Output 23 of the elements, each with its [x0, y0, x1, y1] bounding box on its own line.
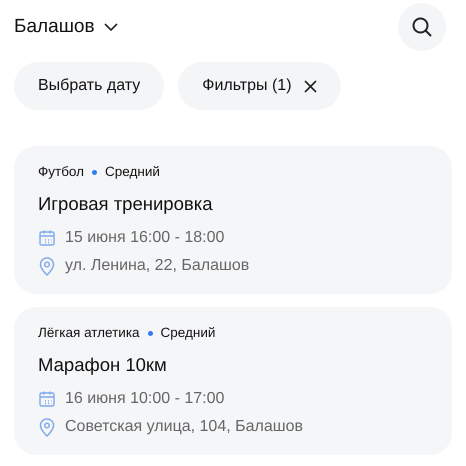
- event-address: Советская улица, 104, Балашов: [65, 417, 303, 437]
- event-date: 16 июня 10:00 - 17:00: [65, 389, 224, 409]
- sport-label: Футбол: [38, 162, 84, 181]
- event-address: ул. Ленина, 22, Балашов: [65, 256, 250, 276]
- difficulty-label: Средний: [160, 324, 216, 342]
- city-selector[interactable]: Балашов: [14, 12, 119, 42]
- event-date: 15 июня 16:00 - 18:00: [65, 228, 224, 248]
- close-icon: [304, 80, 317, 92]
- difficulty-label: Средний: [105, 162, 160, 181]
- event-title: Игровая тренировка: [38, 192, 212, 216]
- calendar-icon: [38, 390, 56, 408]
- event-title: Марафон 10км: [38, 353, 167, 377]
- location-pin-icon: [38, 256, 56, 276]
- search-icon: [411, 16, 433, 38]
- calendar-icon: [38, 229, 56, 247]
- filter-chip[interactable]: Выбрать дату: [14, 62, 164, 110]
- search-button[interactable]: [398, 3, 446, 51]
- event-card[interactable]: Лёгкая атлетика Средний Марафон 10км 16 июня 10:00 - 17:00 Советская улица, 104, Балашов: [14, 307, 452, 455]
- event-card[interactable]: Футбол Средний Игровая тренировка 15 июня 16:00 - 18:00 ул. Ленина, 22, Балашов: [14, 146, 452, 294]
- filter-chip[interactable]: Фильтры (1): [178, 62, 341, 110]
- chevron-down-icon: [102, 22, 119, 32]
- sport-label: Лёгкая атлетика: [38, 324, 140, 342]
- location-pin-icon: [38, 417, 56, 437]
